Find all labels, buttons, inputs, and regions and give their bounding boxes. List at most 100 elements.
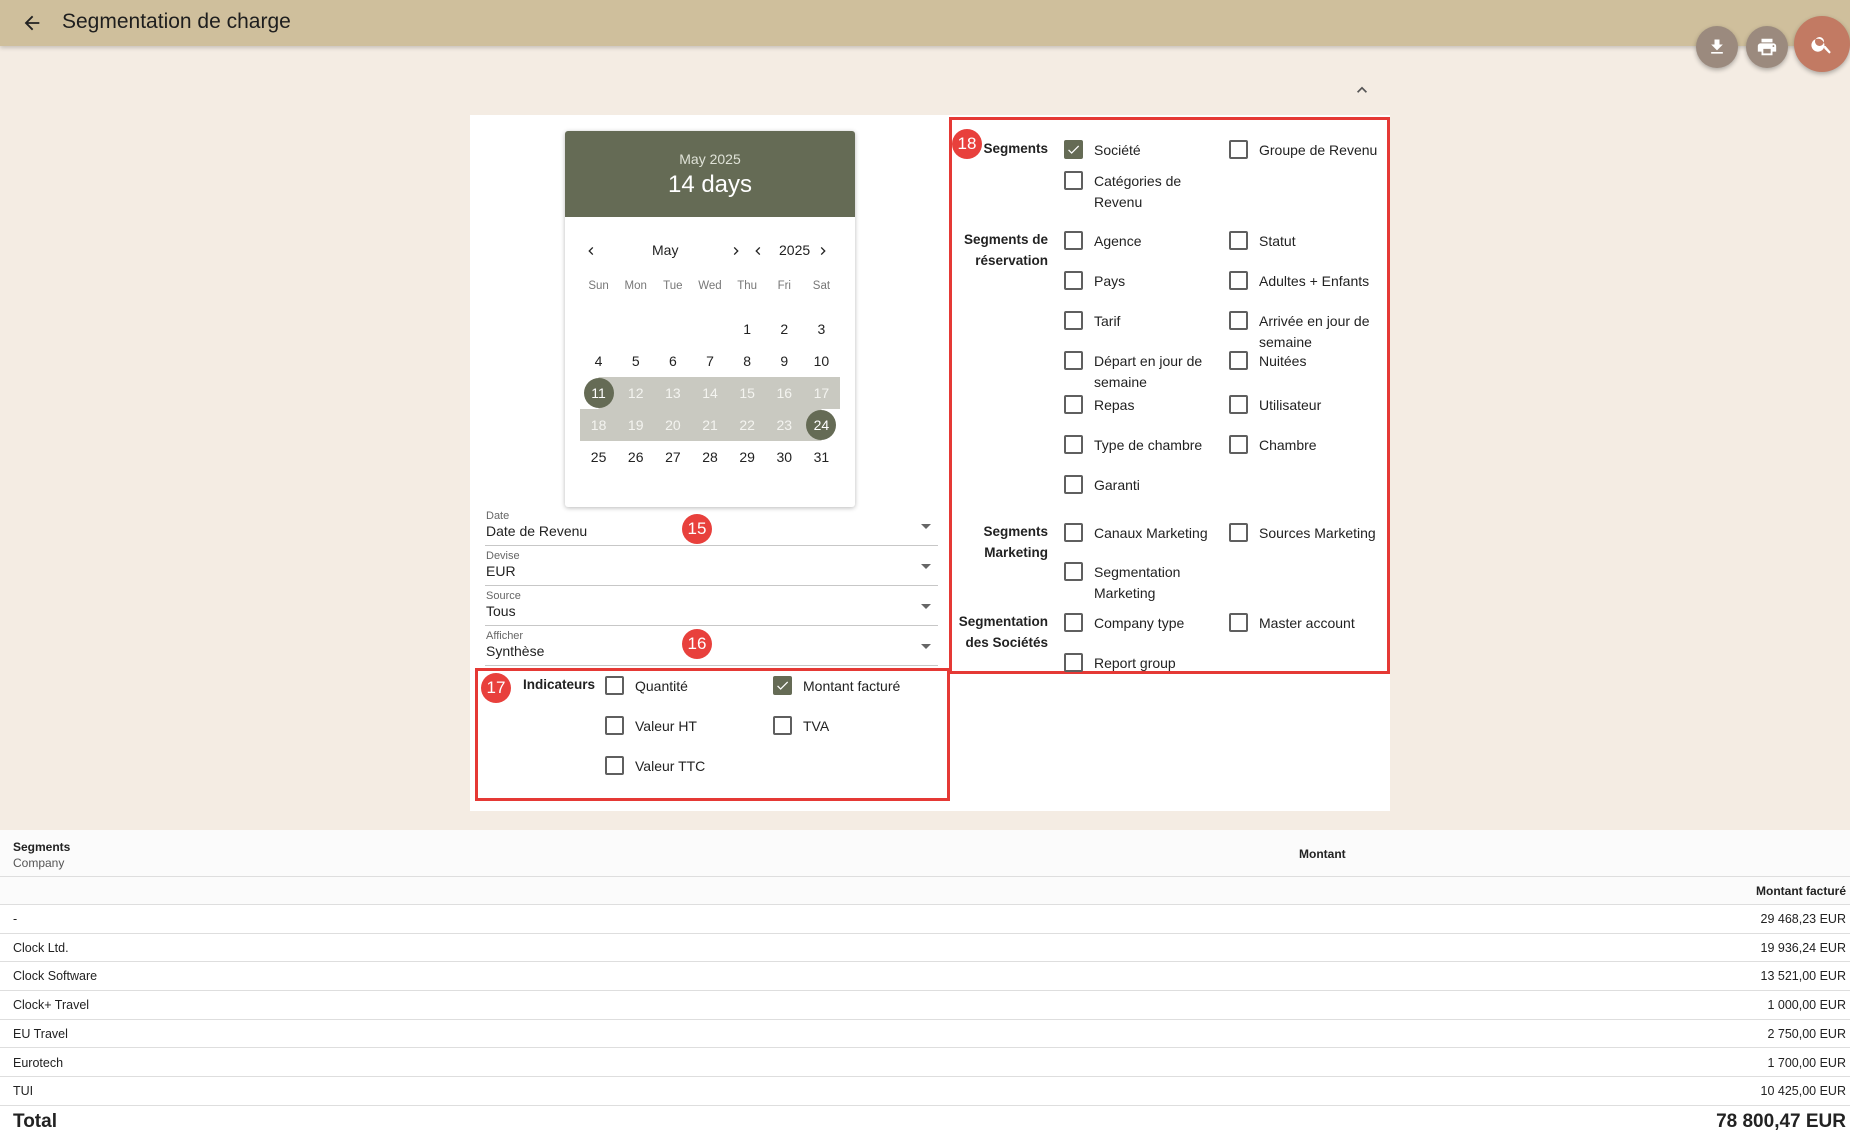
prev-year-icon[interactable] xyxy=(750,243,766,259)
checkbox-unchecked[interactable] xyxy=(1229,523,1248,542)
calendar-day[interactable]: 2 xyxy=(766,313,803,345)
calendar-day[interactable]: 25 xyxy=(580,441,617,473)
checkbox-unchecked[interactable] xyxy=(1229,271,1248,290)
segment-checkbox[interactable]: Company type xyxy=(1064,613,1214,634)
next-month-icon[interactable] xyxy=(728,243,744,259)
calendar-day[interactable]: 8 xyxy=(729,345,766,377)
checkbox-unchecked[interactable] xyxy=(605,676,624,695)
segment-checkbox[interactable]: Master account xyxy=(1229,613,1379,634)
calendar-month-label[interactable]: May xyxy=(652,242,678,258)
back-button[interactable] xyxy=(18,9,46,37)
checkbox-unchecked[interactable] xyxy=(1229,351,1248,370)
calendar-day[interactable]: 3 xyxy=(803,313,840,345)
calendar-day[interactable]: 9 xyxy=(766,345,803,377)
checkbox-unchecked[interactable] xyxy=(1064,475,1083,494)
segment-checkbox[interactable]: Départ en jour de semaine xyxy=(1064,351,1214,393)
download-button[interactable] xyxy=(1696,26,1738,68)
calendar-day[interactable]: 5 xyxy=(617,345,654,377)
checkbox-unchecked[interactable] xyxy=(1064,311,1083,330)
indicator-checkbox[interactable]: Quantité xyxy=(605,676,755,697)
calendar-day[interactable]: 26 xyxy=(617,441,654,473)
segment-checkbox[interactable]: Pays xyxy=(1064,271,1214,292)
checkbox-unchecked[interactable] xyxy=(605,716,624,735)
calendar-day[interactable]: 11 xyxy=(580,377,618,409)
segment-checkbox[interactable]: Sources Marketing xyxy=(1229,523,1379,544)
calendar-day[interactable]: 19 xyxy=(617,409,655,441)
next-year-icon[interactable] xyxy=(815,243,831,259)
calendar-day[interactable]: 4 xyxy=(580,345,617,377)
segment-checkbox[interactable]: Adultes + Enfants xyxy=(1229,271,1379,292)
segment-checkbox[interactable]: Segmentation Marketing xyxy=(1064,562,1214,604)
search-button[interactable] xyxy=(1794,16,1850,72)
source-select[interactable]: Source Tous xyxy=(485,590,938,626)
calendar-day[interactable]: 14 xyxy=(691,377,729,409)
table-row[interactable]: - 29 468,23 EUR xyxy=(0,905,1850,934)
calendar-day[interactable]: 6 xyxy=(654,345,691,377)
calendar-day[interactable]: 21 xyxy=(691,409,729,441)
calendar-day[interactable]: 16 xyxy=(765,377,803,409)
checkbox-unchecked[interactable] xyxy=(1064,395,1083,414)
indicator-checkbox[interactable]: Valeur TTC xyxy=(605,756,755,777)
segment-checkbox[interactable]: Canaux Marketing xyxy=(1064,523,1214,544)
calendar-year-label[interactable]: 2025 xyxy=(779,242,810,258)
checkbox-unchecked[interactable] xyxy=(1229,435,1248,454)
checkbox-unchecked[interactable] xyxy=(1229,395,1248,414)
calendar-day[interactable]: 27 xyxy=(654,441,691,473)
calendar-day[interactable]: 1 xyxy=(729,313,766,345)
segment-checkbox[interactable]: Utilisateur xyxy=(1229,395,1379,416)
checkbox-unchecked[interactable] xyxy=(605,756,624,775)
segment-checkbox[interactable]: Agence xyxy=(1064,231,1214,252)
segment-checkbox[interactable]: Groupe de Revenu xyxy=(1229,140,1379,161)
calendar-day[interactable]: 12 xyxy=(617,377,655,409)
checkbox-unchecked[interactable] xyxy=(1064,523,1083,542)
calendar-day[interactable]: 22 xyxy=(728,409,766,441)
checkbox-unchecked[interactable] xyxy=(1064,653,1083,672)
calendar-day[interactable]: 7 xyxy=(691,345,728,377)
calendar-day[interactable]: 18 xyxy=(580,409,618,441)
segment-checkbox[interactable]: Repas xyxy=(1064,395,1214,416)
indicator-checkbox[interactable]: Valeur HT xyxy=(605,716,755,737)
calendar-day[interactable]: 20 xyxy=(654,409,692,441)
indicator-checkbox[interactable]: Montant facturé xyxy=(773,676,923,697)
calendar-day[interactable]: 31 xyxy=(803,441,840,473)
checkbox-unchecked[interactable] xyxy=(1064,435,1083,454)
calendar-day[interactable]: 10 xyxy=(803,345,840,377)
segment-checkbox[interactable]: Société xyxy=(1064,140,1214,161)
checkbox-unchecked[interactable] xyxy=(773,716,792,735)
calendar-day[interactable]: 30 xyxy=(766,441,803,473)
calendar-day[interactable]: 23 xyxy=(765,409,803,441)
checkbox-unchecked[interactable] xyxy=(1064,171,1083,190)
checkbox-unchecked[interactable] xyxy=(1064,271,1083,290)
segment-checkbox[interactable]: Catégories de Revenu xyxy=(1064,171,1214,213)
checkbox-unchecked[interactable] xyxy=(1229,613,1248,632)
calendar-day[interactable]: 13 xyxy=(654,377,692,409)
checkbox-unchecked[interactable] xyxy=(1064,613,1083,632)
segment-checkbox[interactable]: Nuitées xyxy=(1229,351,1379,372)
currency-select[interactable]: Devise EUR xyxy=(485,550,938,586)
checkbox-unchecked[interactable] xyxy=(1229,231,1248,250)
checkbox-unchecked[interactable] xyxy=(1229,140,1248,159)
segment-checkbox[interactable]: Report group xyxy=(1064,653,1214,674)
calendar-day[interactable]: 29 xyxy=(729,441,766,473)
display-select[interactable]: Afficher Synthèse xyxy=(485,630,938,666)
table-row[interactable]: Clock+ Travel 1 000,00 EUR xyxy=(0,991,1850,1020)
checkbox-unchecked[interactable] xyxy=(1064,562,1083,581)
segment-checkbox[interactable]: Chambre xyxy=(1229,435,1379,456)
checkbox-checked[interactable] xyxy=(1064,140,1083,159)
calendar-day[interactable]: 17 xyxy=(802,377,840,409)
collapse-filters-button[interactable] xyxy=(1352,80,1372,100)
print-button[interactable] xyxy=(1746,26,1788,68)
segment-checkbox[interactable]: Statut xyxy=(1229,231,1379,252)
segment-checkbox[interactable]: Type de chambre xyxy=(1064,435,1214,456)
checkbox-checked[interactable] xyxy=(773,676,792,695)
checkbox-unchecked[interactable] xyxy=(1064,231,1083,250)
table-row[interactable]: TUI 10 425,00 EUR xyxy=(0,1077,1850,1106)
table-row[interactable]: EU Travel 2 750,00 EUR xyxy=(0,1020,1850,1049)
segment-checkbox[interactable]: Arrivée en jour de semaine xyxy=(1229,311,1379,353)
table-row[interactable]: Clock Ltd. 19 936,24 EUR xyxy=(0,934,1850,963)
checkbox-unchecked[interactable] xyxy=(1064,351,1083,370)
checkbox-unchecked[interactable] xyxy=(1229,311,1248,330)
segment-checkbox[interactable]: Tarif xyxy=(1064,311,1214,332)
prev-month-icon[interactable] xyxy=(583,243,599,259)
table-row[interactable]: Eurotech 1 700,00 EUR xyxy=(0,1049,1850,1078)
